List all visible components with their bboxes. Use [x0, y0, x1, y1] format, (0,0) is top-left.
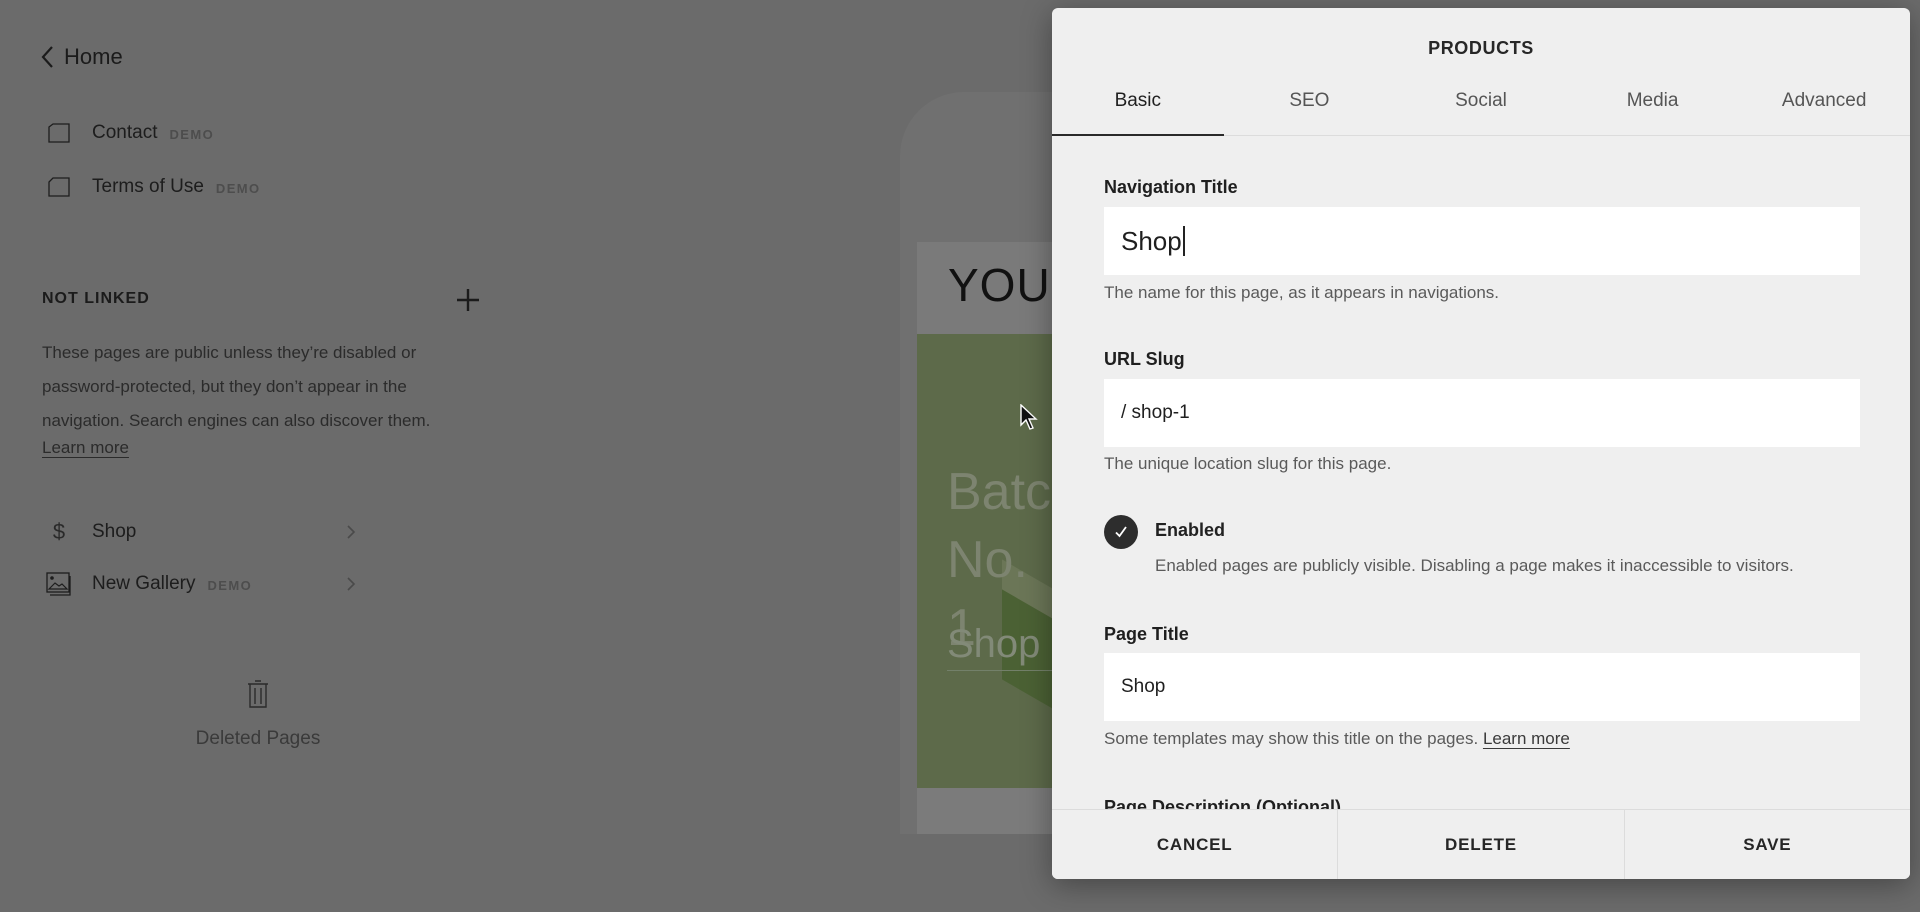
url-slug-label: URL Slug — [1104, 349, 1185, 369]
plus-icon — [457, 289, 479, 311]
demo-badge: DEMO — [169, 127, 215, 142]
tab-seo[interactable]: SEO — [1224, 80, 1396, 135]
demo-badge: DEMO — [215, 181, 261, 196]
back-home-label: Home — [64, 44, 123, 69]
page-item-shop[interactable]: $ Shop — [46, 517, 490, 547]
add-page-button[interactable] — [456, 288, 480, 312]
learn-more-link[interactable]: Learn more — [42, 438, 129, 458]
enabled-label: Enabled — [1155, 520, 1226, 540]
mouse-cursor-icon — [1020, 404, 1038, 430]
settings-tabs: Basic SEO Social Media Advanced — [1052, 80, 1910, 136]
preview-footer — [917, 788, 1057, 834]
pages-sidebar: Home Contact DEMO Terms of Use DEMO NOT … — [0, 0, 500, 912]
preview-hero-line: Batc — [947, 463, 1052, 521]
deleted-pages-button[interactable]: Deleted Pages — [160, 680, 356, 750]
not-linked-description: These pages are public unless they’re di… — [42, 343, 431, 430]
text-caret — [1182, 226, 1185, 256]
page-settings-dialog: PRODUCTS Basic SEO Social Media Advanced… — [1052, 8, 1910, 879]
url-slug-input[interactable]: / shop-1 — [1104, 379, 1860, 447]
dialog-body: Navigation Title Shop The name for this … — [1052, 137, 1910, 809]
page-item-new-gallery[interactable]: New Gallery DEMO — [46, 569, 490, 599]
cancel-button[interactable]: CANCEL — [1052, 810, 1337, 879]
page-icon — [46, 175, 72, 199]
navigation-title-help: The name for this page, as it appears in… — [1104, 283, 1500, 302]
page-title-input[interactable]: Shop — [1104, 653, 1860, 721]
page-item-label: Terms of Use — [92, 176, 204, 197]
chevron-right-icon — [347, 577, 356, 591]
page-title-label: Page Title — [1104, 624, 1189, 644]
chevron-left-icon — [41, 46, 53, 68]
page-icon — [46, 121, 72, 145]
page-description-label: Page Description (Optional) — [1104, 797, 1342, 809]
chevron-right-icon — [347, 525, 356, 539]
page-title-help-text: Some templates may show this title on th… — [1104, 729, 1479, 748]
page-item-terms-of-use[interactable]: Terms of Use DEMO — [46, 172, 490, 202]
trash-icon — [248, 680, 268, 708]
save-button[interactable]: SAVE — [1623, 810, 1910, 879]
dialog-title: PRODUCTS — [1428, 38, 1534, 58]
deleted-pages-label: Deleted Pages — [195, 728, 321, 749]
demo-badge: DEMO — [207, 578, 253, 593]
page-title-help: Some templates may show this title on th… — [1104, 729, 1570, 749]
navigation-title-input[interactable]: Shop — [1104, 207, 1860, 275]
tab-media[interactable]: Media — [1567, 80, 1739, 135]
delete-button[interactable]: DELETE — [1337, 810, 1623, 879]
dialog-footer: CANCEL DELETE SAVE — [1052, 809, 1910, 879]
tab-social[interactable]: Social — [1395, 80, 1567, 135]
page-title-learn-more-link[interactable]: Learn more — [1483, 729, 1570, 748]
enabled-help: Enabled pages are publicly visible. Disa… — [1155, 556, 1794, 575]
preview-cta-underline — [947, 670, 1057, 671]
not-linked-header: NOT LINKED — [42, 290, 150, 307]
page-item-label: New Gallery — [92, 573, 196, 594]
preview-hero: Batc No. 1 Shop — [917, 334, 1057, 788]
navigation-title-value: Shop — [1121, 225, 1182, 256]
page-item-label: Contact — [92, 122, 158, 143]
tab-advanced[interactable]: Advanced — [1738, 80, 1910, 135]
url-slug-value: / shop-1 — [1121, 402, 1190, 423]
gallery-icon — [46, 572, 72, 596]
preview-hero-cta: Shop — [947, 622, 1041, 666]
url-slug-help: The unique location slug for this page. — [1104, 454, 1392, 473]
enabled-checkbox[interactable] — [1104, 515, 1138, 549]
navigation-title-label: Navigation Title — [1104, 177, 1238, 197]
dollar-icon: $ — [52, 519, 66, 544]
page-item-label: Shop — [92, 521, 137, 542]
page-item-contact[interactable]: Contact DEMO — [46, 118, 490, 148]
checkmark-icon — [1115, 526, 1127, 538]
page-title-value: Shop — [1121, 676, 1166, 697]
tab-basic[interactable]: Basic — [1052, 80, 1224, 136]
back-home-link[interactable]: Home — [40, 44, 123, 70]
